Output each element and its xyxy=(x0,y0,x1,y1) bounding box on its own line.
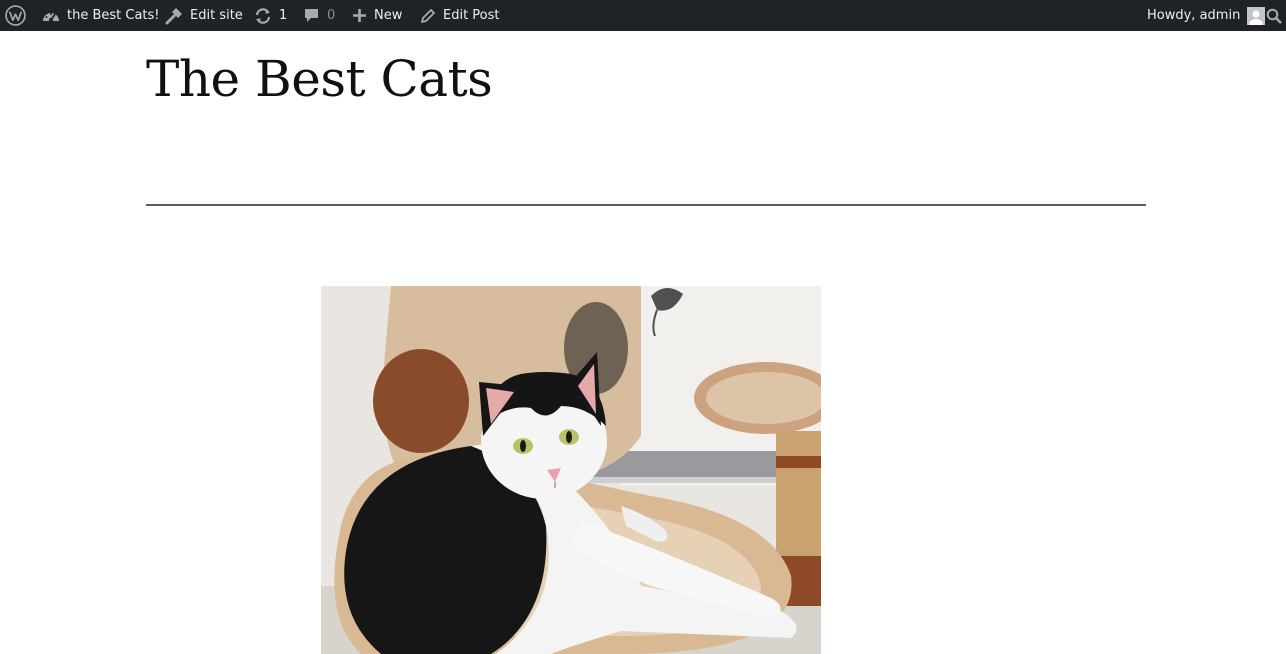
edit-site-label: Edit site xyxy=(190,8,243,23)
header-separator xyxy=(146,204,1146,206)
comments-link[interactable]: 0 xyxy=(303,0,335,31)
edit-site-link[interactable]: Edit site xyxy=(165,0,243,31)
featured-image xyxy=(321,286,821,654)
greeting-label: Howdy, admin xyxy=(1147,8,1241,23)
hammer-icon xyxy=(165,7,183,25)
dashboard-gauge-icon xyxy=(42,8,60,24)
wordpress-logo-icon xyxy=(5,5,26,26)
admin-bar: the Best Cats! Edit site 1 0 New Edit Po… xyxy=(0,0,1286,31)
search-icon xyxy=(1266,8,1282,24)
new-label: New xyxy=(374,8,403,23)
cat-photo xyxy=(321,286,821,654)
user-avatar-icon xyxy=(1247,6,1266,25)
site-name-menu[interactable]: the Best Cats! xyxy=(42,0,160,31)
refresh-icon xyxy=(254,7,272,25)
new-content-menu[interactable]: New xyxy=(352,0,402,31)
plus-icon xyxy=(352,8,367,23)
edit-post-link[interactable]: Edit Post xyxy=(420,0,500,31)
wordpress-menu[interactable] xyxy=(5,0,26,31)
comments-count: 0 xyxy=(327,8,336,23)
pencil-icon xyxy=(420,8,436,24)
edit-post-label: Edit Post xyxy=(443,8,500,23)
my-account-menu[interactable]: Howdy, admin xyxy=(1147,0,1266,31)
updates-count: 1 xyxy=(279,8,288,23)
site-name-label: the Best Cats! xyxy=(67,8,160,23)
updates-link[interactable]: 1 xyxy=(254,0,287,31)
admin-bar-search[interactable] xyxy=(1266,0,1282,31)
speech-bubble-icon xyxy=(303,7,320,24)
site-title[interactable]: The Best Cats xyxy=(146,44,493,114)
